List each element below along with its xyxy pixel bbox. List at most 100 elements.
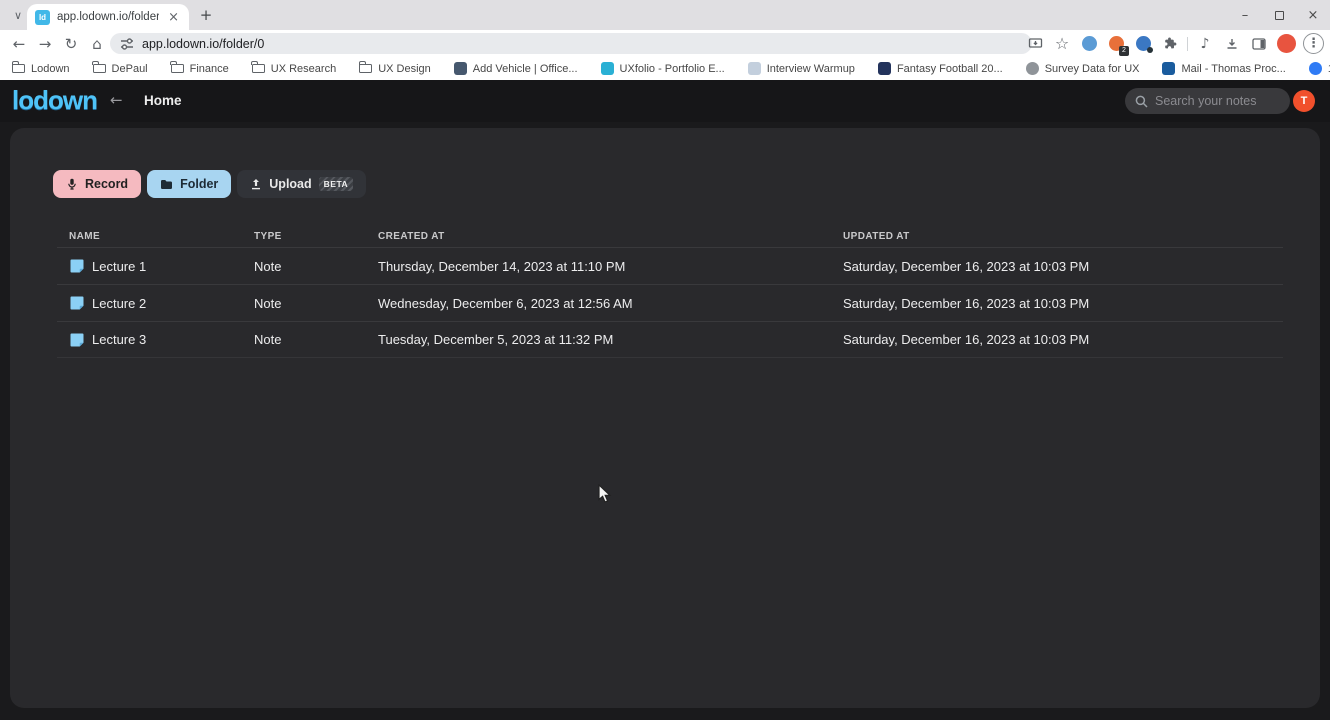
- home-icon[interactable]: ⌂: [84, 33, 110, 55]
- address-bar[interactable]: app.lodown.io/folder/0: [110, 33, 1032, 54]
- bookmark-star-icon[interactable]: ☆: [1052, 34, 1072, 54]
- action-button-row: Record Folder Upload BETA: [53, 170, 366, 198]
- survey-icon: [1026, 62, 1039, 75]
- microphone-icon: [66, 178, 78, 190]
- note-row[interactable]: Lecture 3 Note Tuesday, December 5, 2023…: [57, 321, 1283, 358]
- lodown-app: lodown ← Home Search your notes T Record: [0, 80, 1330, 720]
- table-header-row: NAME TYPE CREATED AT UPDATED AT: [57, 226, 1283, 247]
- forward-icon[interactable]: →: [32, 33, 58, 55]
- column-header-name: NAME: [69, 231, 254, 242]
- reload-icon[interactable]: ↻: [58, 33, 84, 55]
- main-panel: Record Folder Upload BETA NAME TYPE: [10, 128, 1320, 708]
- profile-avatar-icon[interactable]: [1276, 34, 1296, 54]
- install-app-icon[interactable]: [1025, 34, 1045, 54]
- media-controls-icon[interactable]: ♪: [1195, 34, 1215, 54]
- folder-icon: [171, 64, 184, 73]
- column-header-created: CREATED AT: [378, 231, 843, 242]
- note-created-at: Thursday, December 14, 2023 at 11:10 PM: [378, 259, 843, 274]
- onepassword-icon: [1309, 62, 1322, 75]
- search-placeholder: Search your notes: [1155, 94, 1256, 108]
- toolbar-right-cluster: ☆ 2 ♪ ⋮: [1025, 30, 1324, 57]
- user-avatar[interactable]: T: [1293, 90, 1315, 112]
- restore-icon: [1275, 11, 1284, 20]
- bookmark-label: Lodown: [31, 63, 70, 75]
- office-icon: [454, 62, 467, 75]
- tab-title: app.lodown.io/folder/0: [57, 11, 159, 23]
- close-button[interactable]: ×: [1296, 0, 1330, 30]
- bookmark-label: Finance: [190, 63, 229, 75]
- note-created-at: Tuesday, December 5, 2023 at 11:32 PM: [378, 332, 843, 347]
- bookmark-label: Add Vehicle | Office...: [473, 63, 578, 75]
- browser-tabstrip: ∨ ld app.lodown.io/folder/0 × + – ×: [0, 0, 1330, 30]
- bookmark-label: Fantasy Football 20...: [897, 63, 1003, 75]
- bookmark-item[interactable]: Mail - Thomas Proc...: [1162, 62, 1285, 75]
- toolbar-separator: [1187, 37, 1188, 51]
- notes-table: NAME TYPE CREATED AT UPDATED AT Lecture …: [57, 226, 1283, 358]
- upload-label: Upload: [269, 177, 311, 191]
- bookmark-item[interactable]: DePaul: [93, 63, 148, 75]
- bookmark-label: DePaul: [112, 63, 148, 75]
- tab-search-button[interactable]: ∨: [8, 5, 28, 25]
- warmup-icon: [748, 62, 761, 75]
- bookmark-label: UX Research: [271, 63, 336, 75]
- site-favicon: ld: [35, 10, 50, 25]
- record-button[interactable]: Record: [53, 170, 141, 198]
- browser-tab[interactable]: ld app.lodown.io/folder/0 ×: [27, 4, 189, 30]
- bookmark-item[interactable]: Interview Warmup: [748, 62, 855, 75]
- note-type: Note: [254, 259, 378, 274]
- bookmark-label: UXfolio - Portfolio E...: [620, 63, 725, 75]
- note-icon: [69, 258, 85, 274]
- restore-button[interactable]: [1262, 0, 1296, 30]
- upload-button[interactable]: Upload BETA: [237, 170, 366, 198]
- app-back-icon[interactable]: ←: [110, 91, 123, 109]
- bookmark-item[interactable]: UX Research: [252, 63, 336, 75]
- minimize-button[interactable]: –: [1228, 0, 1262, 30]
- note-type: Note: [254, 332, 378, 347]
- bookmark-item[interactable]: Lodown: [12, 63, 70, 75]
- url-text: app.lodown.io/folder/0: [142, 37, 264, 51]
- new-tab-button[interactable]: +: [196, 5, 216, 25]
- bookmark-item[interactable]: 1Password for ChuJ...: [1309, 62, 1330, 75]
- search-input[interactable]: Search your notes: [1125, 88, 1290, 114]
- note-updated-at: Saturday, December 16, 2023 at 10:03 PM: [843, 332, 1271, 347]
- extensions-puzzle-icon[interactable]: [1160, 34, 1180, 54]
- football-icon: [878, 62, 891, 75]
- note-updated-at: Saturday, December 16, 2023 at 10:03 PM: [843, 296, 1271, 311]
- window-controls: – ×: [1228, 0, 1330, 30]
- note-updated-at: Saturday, December 16, 2023 at 10:03 PM: [843, 259, 1271, 274]
- extension-orange-icon[interactable]: 2: [1106, 34, 1126, 54]
- folder-icon: [252, 64, 265, 73]
- back-icon[interactable]: ←: [6, 33, 32, 55]
- bookmark-item[interactable]: Add Vehicle | Office...: [454, 62, 578, 75]
- bookmark-label: Mail - Thomas Proc...: [1181, 63, 1285, 75]
- folder-button[interactable]: Folder: [147, 170, 231, 198]
- side-panel-icon[interactable]: [1249, 34, 1269, 54]
- note-name: Lecture 1: [92, 259, 146, 274]
- lodown-logo[interactable]: lodown: [12, 85, 97, 116]
- note-row[interactable]: Lecture 1 Note Thursday, December 14, 20…: [57, 247, 1283, 284]
- outlook-mail-icon: [1162, 62, 1175, 75]
- bookmark-item[interactable]: UX Design: [359, 63, 431, 75]
- downloads-icon[interactable]: [1222, 34, 1242, 54]
- uxfolio-icon: [601, 62, 614, 75]
- upload-icon: [250, 178, 262, 190]
- extension-clock-lock-icon[interactable]: [1133, 34, 1153, 54]
- folder-label: Folder: [180, 177, 218, 191]
- mouse-cursor: [598, 484, 613, 505]
- bookmark-label: UX Design: [378, 63, 431, 75]
- note-name: Lecture 2: [92, 296, 146, 311]
- note-type: Note: [254, 296, 378, 311]
- bookmark-item[interactable]: Finance: [171, 63, 229, 75]
- lock-icon: [1147, 47, 1153, 53]
- bookmarks-bar: Lodown DePaul Finance UX Research UX Design A…: [0, 57, 1330, 80]
- note-row[interactable]: Lecture 2 Note Wednesday, December 6, 20…: [57, 284, 1283, 321]
- bookmark-item[interactable]: UXfolio - Portfolio E...: [601, 62, 725, 75]
- globe-icon: [1082, 36, 1097, 51]
- bookmark-item[interactable]: Survey Data for UX: [1026, 62, 1140, 75]
- extension-globe-icon[interactable]: [1079, 34, 1099, 54]
- app-header: lodown ← Home Search your notes T: [0, 80, 1330, 122]
- browser-menu-icon[interactable]: ⋮: [1303, 33, 1324, 54]
- tab-close-icon[interactable]: ×: [166, 10, 181, 25]
- bookmark-item[interactable]: Fantasy Football 20...: [878, 62, 1003, 75]
- bookmark-label: Survey Data for UX: [1045, 63, 1140, 75]
